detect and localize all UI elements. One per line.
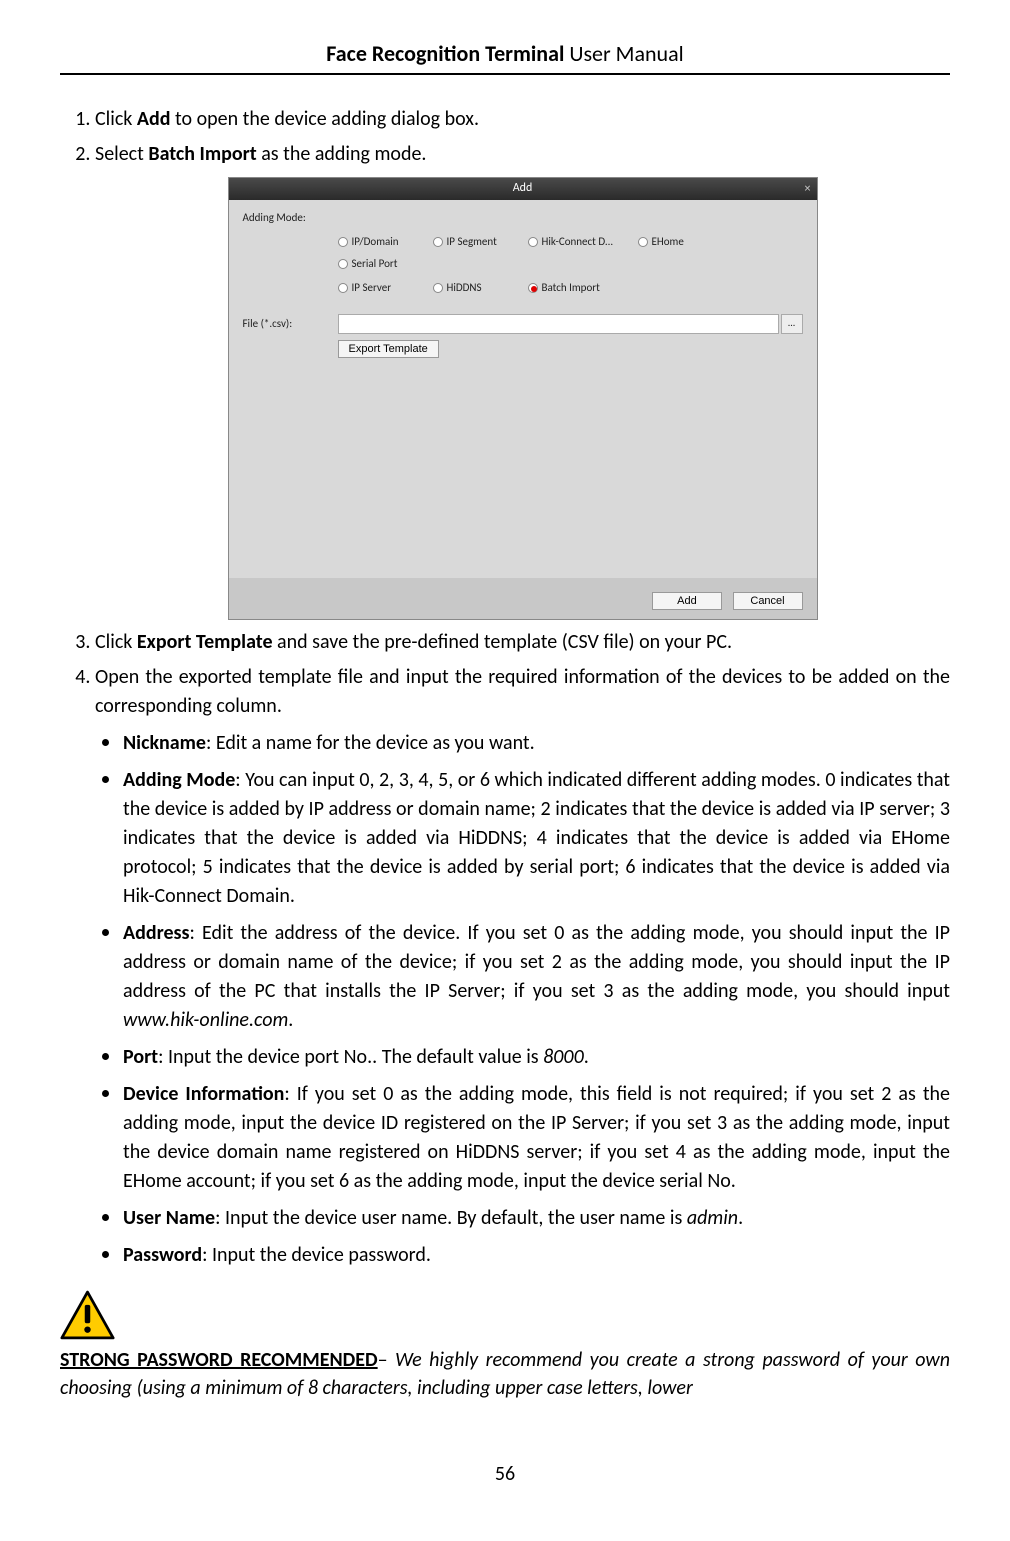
step-4-text: Open the exported template file and inpu… — [95, 665, 950, 718]
adding-mode-text: : You can input 0, 2, 3, 4, 5, or 6 whic… — [123, 768, 950, 908]
step-1-text-a: Click — [95, 107, 137, 131]
radio-hiddns[interactable]: HiDDNS — [433, 280, 528, 296]
username-label: User Name — [123, 1206, 215, 1230]
bullet-password: Password: Input the device password. — [123, 1237, 950, 1270]
instruction-list: Click Add to open the device adding dial… — [60, 105, 950, 1270]
username-text-a: : Input the device user name. By default… — [215, 1206, 687, 1230]
dialog-body: Adding Mode: IP/Domain IP Segment Hik-Co… — [229, 200, 817, 578]
browse-button[interactable]: ... — [781, 314, 803, 334]
devinfo-label: Device Information — [123, 1082, 284, 1106]
bullet-username: User Name: Input the device user name. B… — [123, 1200, 950, 1233]
bullet-device-info: Device Information: If you set 0 as the … — [123, 1076, 950, 1196]
step-1-bold: Add — [137, 107, 171, 131]
step-3-text-b: and save the pre-defined template (CSV f… — [273, 630, 733, 654]
address-label: Address — [123, 921, 190, 945]
username-italic: admin — [687, 1206, 738, 1230]
step-3-text-a: Click — [95, 630, 137, 654]
radio-group-row1: IP/Domain IP Segment Hik-Connect D... EH… — [338, 234, 803, 278]
step-3-bold: Export Template — [137, 630, 273, 654]
radio-batch-import[interactable]: Batch Import — [528, 280, 638, 296]
radio-ehome[interactable]: EHome — [638, 234, 733, 250]
dialog-footer: Add Cancel — [229, 578, 817, 619]
step-4: Open the exported template file and inpu… — [95, 663, 950, 1270]
field-bullet-list: Nickname: Edit a name for the device as … — [95, 725, 950, 1270]
step-2: Select Batch Import as the adding mode. … — [95, 140, 950, 620]
header-title: Face Recognition Terminal User Manual — [326, 40, 683, 67]
port-text-b: . — [584, 1045, 589, 1069]
warning-title: STRONG PASSWORD RECOMMENDED — [60, 1348, 378, 1372]
password-text: : Input the device password. — [202, 1243, 431, 1267]
radio-serial-port[interactable]: Serial Port — [338, 256, 433, 272]
adding-mode-row: Adding Mode: — [243, 210, 803, 226]
radio-ip-domain[interactable]: IP/Domain — [338, 234, 433, 250]
dialog-titlebar: Add × — [229, 178, 817, 200]
radio-ip-server[interactable]: IP Server — [338, 280, 433, 296]
header-title-bold: Face Recognition Terminal — [326, 40, 564, 67]
close-icon[interactable]: × — [805, 181, 811, 198]
address-text-a: : Edit the address of the device. If you… — [123, 921, 950, 1003]
bullet-address: Address: Edit the address of the device.… — [123, 915, 950, 1035]
nickname-text: : Edit a name for the device as you want… — [206, 731, 535, 755]
add-button[interactable]: Add — [652, 592, 722, 610]
cancel-button[interactable]: Cancel — [733, 592, 803, 610]
warning-block: STRONG PASSWORD RECOMMENDED– We highly r… — [60, 1290, 950, 1402]
address-text-b: . — [288, 1008, 293, 1032]
port-italic: 8000 — [543, 1045, 584, 1069]
warning-dash: – — [378, 1348, 395, 1372]
port-label: Port — [123, 1045, 158, 1069]
warning-icon — [60, 1290, 115, 1346]
step-1: Click Add to open the device adding dial… — [95, 105, 950, 134]
adding-mode-label: Adding Mode: — [243, 210, 338, 226]
bullet-adding-mode: Adding Mode: You can input 0, 2, 3, 4, 5… — [123, 762, 950, 911]
port-text-a: : Input the device port No.. The default… — [158, 1045, 543, 1069]
step-2-text-b: as the adding mode. — [257, 142, 427, 166]
step-3: Click Export Template and save the pre-d… — [95, 628, 950, 657]
dialog-title: Add — [513, 180, 533, 197]
file-row: File (*.csv): ... — [243, 314, 803, 334]
username-text-b: . — [738, 1206, 743, 1230]
password-label: Password — [123, 1243, 202, 1267]
export-template-button[interactable]: Export Template — [338, 340, 439, 358]
radio-ip-segment[interactable]: IP Segment — [433, 234, 528, 250]
export-row: Export Template — [338, 340, 803, 358]
file-input[interactable] — [338, 314, 779, 334]
adding-mode-label-b: Adding Mode — [123, 768, 235, 792]
page-header: Face Recognition Terminal User Manual — [60, 40, 950, 75]
add-dialog-screenshot: Add × Adding Mode: IP/Domain IP Segment … — [228, 177, 818, 620]
warning-text: STRONG PASSWORD RECOMMENDED– We highly r… — [60, 1346, 950, 1402]
page-number: 56 — [60, 1462, 950, 1486]
radio-hik-connect[interactable]: Hik-Connect D... — [528, 234, 638, 250]
step-1-text-b: to open the device adding dialog box. — [171, 107, 479, 131]
step-2-bold: Batch Import — [148, 142, 256, 166]
address-italic: www.hik-online.com — [123, 1008, 288, 1032]
file-label: File (*.csv): — [243, 316, 338, 332]
nickname-label: Nickname — [123, 731, 206, 755]
header-title-light: User Manual — [564, 40, 683, 67]
bullet-port: Port: Input the device port No.. The def… — [123, 1039, 950, 1072]
radio-group-row2: IP Server HiDDNS Batch Import — [338, 280, 803, 302]
bullet-nickname: Nickname: Edit a name for the device as … — [123, 725, 950, 758]
step-2-text-a: Select — [95, 142, 148, 166]
dialog-spacer — [243, 358, 803, 578]
